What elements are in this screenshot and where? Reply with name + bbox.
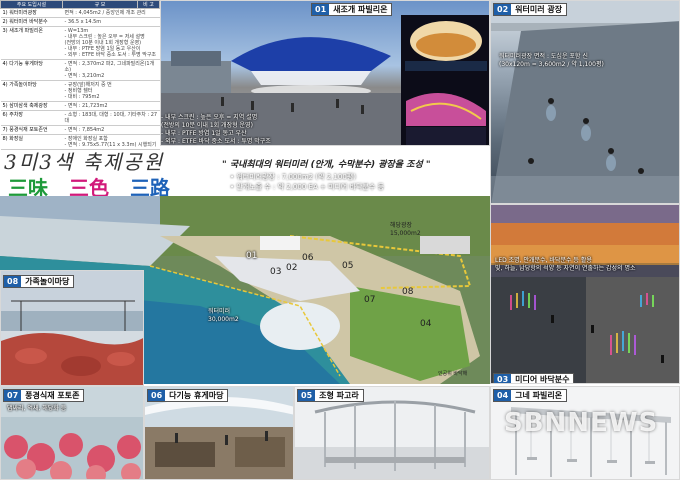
park-title: 3미3색 축제공원 <box>4 150 165 174</box>
panel-label: 그네 파빌리온 <box>515 391 563 400</box>
panel-number: 03 <box>494 374 512 383</box>
table-header-row: 주요 도입시설 규 모 비 고 <box>0 0 160 9</box>
panel-rest-yard: 06 다기능 휴게마당 <box>144 386 294 480</box>
panel-number: 08 <box>4 276 22 287</box>
zone-label: 03 <box>270 267 282 277</box>
facility-name: 6) 주차장 <box>0 110 63 126</box>
panel-caption: - 내부 스크린 : 높은 오후 = 지역 설명 (전방의 10분 이내 1회 … <box>161 114 271 145</box>
facility-name: 1) 워터미러광장 <box>0 8 63 18</box>
panel-number: 05 <box>298 390 316 401</box>
panel-tag: 08 가족놀이마당 <box>3 275 75 288</box>
panel-tag: 01 새조개 파빌리온 <box>311 3 393 16</box>
facility-scale: - 면적 : 21,723m2 <box>62 101 160 111</box>
panel-label: 풍경식재 포토존 <box>25 391 80 400</box>
panel-tag: 03 미디어 바닥분수 <box>493 373 575 384</box>
slogan: " 국내최대의 워터미러 (안개, 수막분수) 광장을 조성 " <box>222 160 431 170</box>
panel-number: 01 <box>312 4 330 15</box>
facility-scale: - W=13m - 내부 스크린 : 높은 오부 = 저세 설명 (전방의 10… <box>62 26 160 60</box>
panel-photo-zone: 07 풍경식재 포토존 댑싸리, 억새, 해당화 등 <box>0 386 144 480</box>
panel-label: 워터미러 광장 <box>515 5 563 14</box>
panel-family-play: 08 가족놀이마당 <box>0 270 144 386</box>
facility-scale: - 소형 : 183대, 대형 : 10대, 기타주차 : 27대 <box>62 110 160 126</box>
zone-label: 04 <box>420 319 432 329</box>
water-mirror-illustration <box>491 1 679 203</box>
facility-scale: - 규장(앞)해저지 중 번 - 정비형 쉘터 - 대비 : 795m2 <box>62 80 160 102</box>
panel-pavilion: 01 새조개 파빌리온 - 내부 스크린 : 높은 오후 = 지역 설명 (전방… <box>160 0 490 146</box>
area-callout: 해당광장 15,000m2 <box>390 222 421 237</box>
panel-tag: 06 다기능 휴게마당 <box>147 389 229 402</box>
facility-name: 4) 다기능 휴게마당 <box>0 59 63 81</box>
panel-tag: 02 워터미러 광장 <box>493 3 568 16</box>
facility-scale: - 36.5 x 14.5m <box>62 17 160 27</box>
panel-caption: 워터미러광장 면적 : 도심운 포함 신 (30x120m = 3,600m2 … <box>499 53 604 68</box>
panel-caption: 댑싸리, 억새, 해당화 등 <box>7 405 67 412</box>
table-header: 주요 도입시설 <box>0 0 63 9</box>
panel-label: 미디어 바닥분수 <box>515 375 570 384</box>
panel-number: 04 <box>494 390 512 401</box>
panel-tag: 04 그네 파빌리온 <box>493 389 568 402</box>
facility-scale: 면적 : 4,045m2 / 중앙인제 개조 관리 <box>62 8 160 18</box>
panel-number: 07 <box>4 390 22 401</box>
facility-scale: - 면적 : 7,854m2 <box>62 125 160 135</box>
spec-line: • 안개노즐 수 : 약 2,000 EA + 미디어 바닥분수 등 <box>230 183 385 191</box>
table-header: 비 고 <box>137 0 160 9</box>
panel-media-fountain: LED 조명, 안개분수, 바닥분수 등 활용 빛, 하늘, 남당항의 석양 등… <box>490 204 680 384</box>
zone-label: 02 <box>286 263 298 273</box>
news-watermark: SBNNEWS <box>504 408 659 438</box>
panel-label: 다기능 휴게마당 <box>169 391 224 400</box>
zone-label: 01 <box>246 251 258 261</box>
spec-bullets: • 워터미러광장 : 7,000m2 (약 2,100평) • 안개노즐 수 :… <box>230 172 384 192</box>
facility-table: 주요 도입시설 규 모 비 고 1) 워터미러광장 면적 : 4,045m2 / … <box>0 0 160 150</box>
table-row: 2) 워터미러 바닥분수 - 36.5 x 14.5m <box>0 17 160 27</box>
facility-name: 7) 풍경식재 포토존언 <box>0 125 63 135</box>
facility-name: 4) 가족놀이마당 <box>0 80 63 102</box>
map-footer: 인공위 바닥해 <box>438 371 468 377</box>
table-row: 1) 워터미러광장 면적 : 4,045m2 / 중앙인제 개조 관리 <box>0 8 160 18</box>
zone-label: 06 <box>302 253 314 263</box>
panel-number: 06 <box>148 390 166 401</box>
table-row: 5) 삼미삼색 축제광장 - 면적 : 21,723m2 <box>0 101 160 111</box>
table-row: 3) 새조개 파빌리온 - W=13m - 내부 스크린 : 높은 오부 = 저세… <box>0 26 160 60</box>
facility-scale: - 면적 : 2,370m2 파2, 그네파빌리온(1개소) - 면적 : 3,… <box>62 59 160 81</box>
zone-label: 08 <box>402 287 414 297</box>
family-play-illustration <box>1 271 143 385</box>
panel-tag: 07 풍경식재 포토존 <box>3 389 85 402</box>
panel-caption: LED 조명, 안개분수, 바닥분수 등 활용 빛, 하늘, 남당항의 석양 등… <box>495 257 636 272</box>
table-row: 7) 풍경식재 포토존언 - 면적 : 7,854m2 <box>0 125 160 135</box>
spec-line: • 워터미러광장 : 7,000m2 (약 2,100평) <box>230 173 356 181</box>
table-row: 6) 주차장 - 소형 : 183대, 대형 : 10대, 기타주차 : 27대 <box>0 110 160 126</box>
facility-name: 5) 삼미삼색 축제광장 <box>0 101 63 111</box>
panel-water-mirror: 02 워터미러 광장 워터미러광장 면적 : 도심운 포함 신 (30x120m… <box>490 0 680 204</box>
panel-label: 새조개 파빌리온 <box>333 5 388 14</box>
panel-label: 조형 파고라 <box>319 391 359 400</box>
table-row: 4) 다기능 휴게마당 - 면적 : 2,370m2 파2, 그네파빌리온(1개소… <box>0 59 160 81</box>
zone-label: 05 <box>342 261 354 271</box>
panel-pergola: 05 조형 파고라 <box>294 386 490 480</box>
media-fountain-illustration <box>491 205 679 383</box>
panel-tag: 05 조형 파고라 <box>297 389 364 402</box>
panel-number: 02 <box>494 4 512 15</box>
area-callout: 워터미러 30,000m2 <box>208 308 239 323</box>
zone-label: 07 <box>364 295 376 305</box>
panel-label: 가족놀이마당 <box>25 277 70 286</box>
table-header: 규 모 <box>62 0 138 9</box>
facility-name: 3) 새조개 파빌리온 <box>0 26 63 60</box>
facility-name: 2) 워터미러 바닥분수 <box>0 17 63 27</box>
table-row: 4) 가족놀이마당 - 규장(앞)해저지 중 번 - 정비형 쉘터 - 대비 : … <box>0 80 160 102</box>
